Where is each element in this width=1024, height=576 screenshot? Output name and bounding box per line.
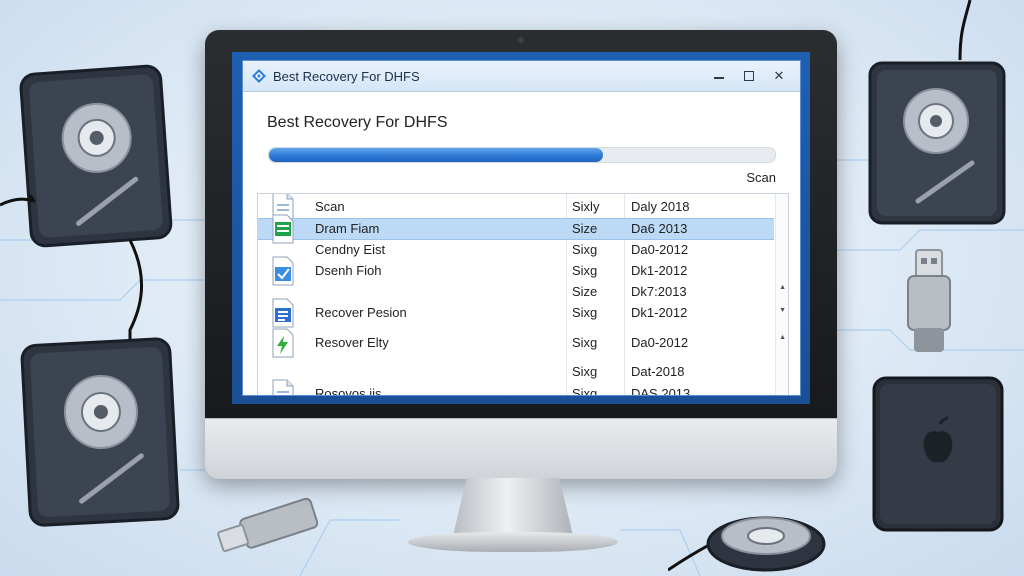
app-heading: Best Recovery For DHFS <box>267 114 448 131</box>
file-list: ▲ ▼ ▲ Scan Sixly Daly 2018 Dram Fiam Size Da6… <box>257 193 789 396</box>
file-size: Sixg <box>572 263 598 278</box>
table-row[interactable]: Resover Elty Sixg Da0-2012 <box>258 328 774 358</box>
file-date: Da6 2013 <box>631 221 688 236</box>
monitor-screen: Best Recovery For DHFS ✕ Best Recovery F… <box>232 52 810 404</box>
monitor-chin <box>205 418 837 479</box>
file-size: Sixg <box>572 364 598 379</box>
monitor-stand-base <box>408 532 618 552</box>
hard-drive-icon <box>868 61 1006 225</box>
file-name: Dram Fiam <box>315 221 380 236</box>
file-name: Recover Pesion <box>315 305 407 320</box>
file-name: Resover Elty <box>315 335 389 350</box>
scan-button[interactable]: Scan <box>746 170 776 185</box>
hard-drive-icon <box>20 337 180 527</box>
app-content: Best Recovery For DHFS Scan ▲ ▼ ▲ Scan Si… <box>243 92 800 395</box>
external-drive-icon <box>872 376 1004 532</box>
table-row[interactable]: Dsenh Fioh Sixg Dk1-2012 <box>258 256 774 286</box>
window-title: Best Recovery For DHFS <box>273 68 420 84</box>
file-size: Sixg <box>572 305 598 320</box>
scroll-arrow-icon[interactable]: ▲ <box>779 334 786 341</box>
minimize-icon <box>714 77 724 79</box>
scrollbar[interactable]: ▲ ▼ ▲ <box>775 194 788 395</box>
file-date: DAS 2013 <box>631 386 691 396</box>
table-row[interactable]: Scan Sixly Daly 2018 <box>258 194 774 222</box>
table-row[interactable]: Dram Fiam Size Da6 2013 <box>258 214 774 244</box>
file-size: Sixg <box>572 242 598 257</box>
lightning-document-icon <box>272 328 294 358</box>
usb-drive-icon <box>907 249 951 352</box>
disk-platter-icon <box>668 516 826 572</box>
file-size: Sixg <box>572 386 598 396</box>
scroll-down-arrow-icon[interactable]: ▼ <box>779 307 786 314</box>
file-name: Dsenh Fioh <box>315 263 382 278</box>
usb-drive-icon <box>217 497 319 553</box>
file-name: Rosovos iis <box>315 386 382 396</box>
maximize-icon <box>744 71 754 81</box>
file-size: Size <box>572 284 598 299</box>
title-bar[interactable]: Best Recovery For DHFS ✕ <box>243 61 800 92</box>
monitor-stand <box>452 478 574 540</box>
minimize-button[interactable] <box>712 69 726 83</box>
camera-icon <box>518 37 524 43</box>
file-date: Dat-2018 <box>631 364 685 379</box>
file-date: Dk1-2012 <box>631 263 688 278</box>
file-name: Scan <box>315 199 345 214</box>
scan-progress-fill <box>269 148 603 162</box>
background-scene: Best Recovery For DHFS ✕ Best Recovery F… <box>0 0 1024 576</box>
file-date: Da0-2012 <box>631 242 689 257</box>
file-date: Da0-2012 <box>631 335 689 350</box>
table-row[interactable]: Cendny Eist Sixg Da0-2012 <box>258 240 774 260</box>
close-button[interactable]: ✕ <box>772 69 786 83</box>
scroll-up-arrow-icon[interactable]: ▲ <box>779 284 786 291</box>
maximize-button[interactable] <box>742 69 756 83</box>
cable <box>958 0 972 60</box>
table-row[interactable]: Recover Pesion Sixg Dk1-2012 <box>258 298 774 328</box>
document-icon <box>272 379 294 395</box>
file-date: Dk1-2012 <box>631 305 688 320</box>
close-icon: ✕ <box>773 68 785 83</box>
file-date: Dk7:2013 <box>631 284 687 299</box>
table-row[interactable]: Sixg Dat-2018 <box>258 362 774 382</box>
file-size: Sixly <box>572 199 600 214</box>
app-window: Best Recovery For DHFS ✕ Best Recovery F… <box>242 60 801 396</box>
file-size: Sixg <box>572 335 598 350</box>
table-row[interactable]: Rosovos iis Sixg DAS 2013 <box>258 379 774 396</box>
file-size: Size <box>572 221 598 236</box>
window-controls: ✕ <box>712 69 786 83</box>
file-date: Daly 2018 <box>631 199 690 214</box>
text-document-icon <box>272 298 294 328</box>
app-logo-icon <box>252 69 266 83</box>
scan-progress-bar <box>268 147 776 163</box>
table-row[interactable]: Size Dk7:2013 <box>258 282 774 302</box>
file-name: Cendny Eist <box>315 242 386 257</box>
